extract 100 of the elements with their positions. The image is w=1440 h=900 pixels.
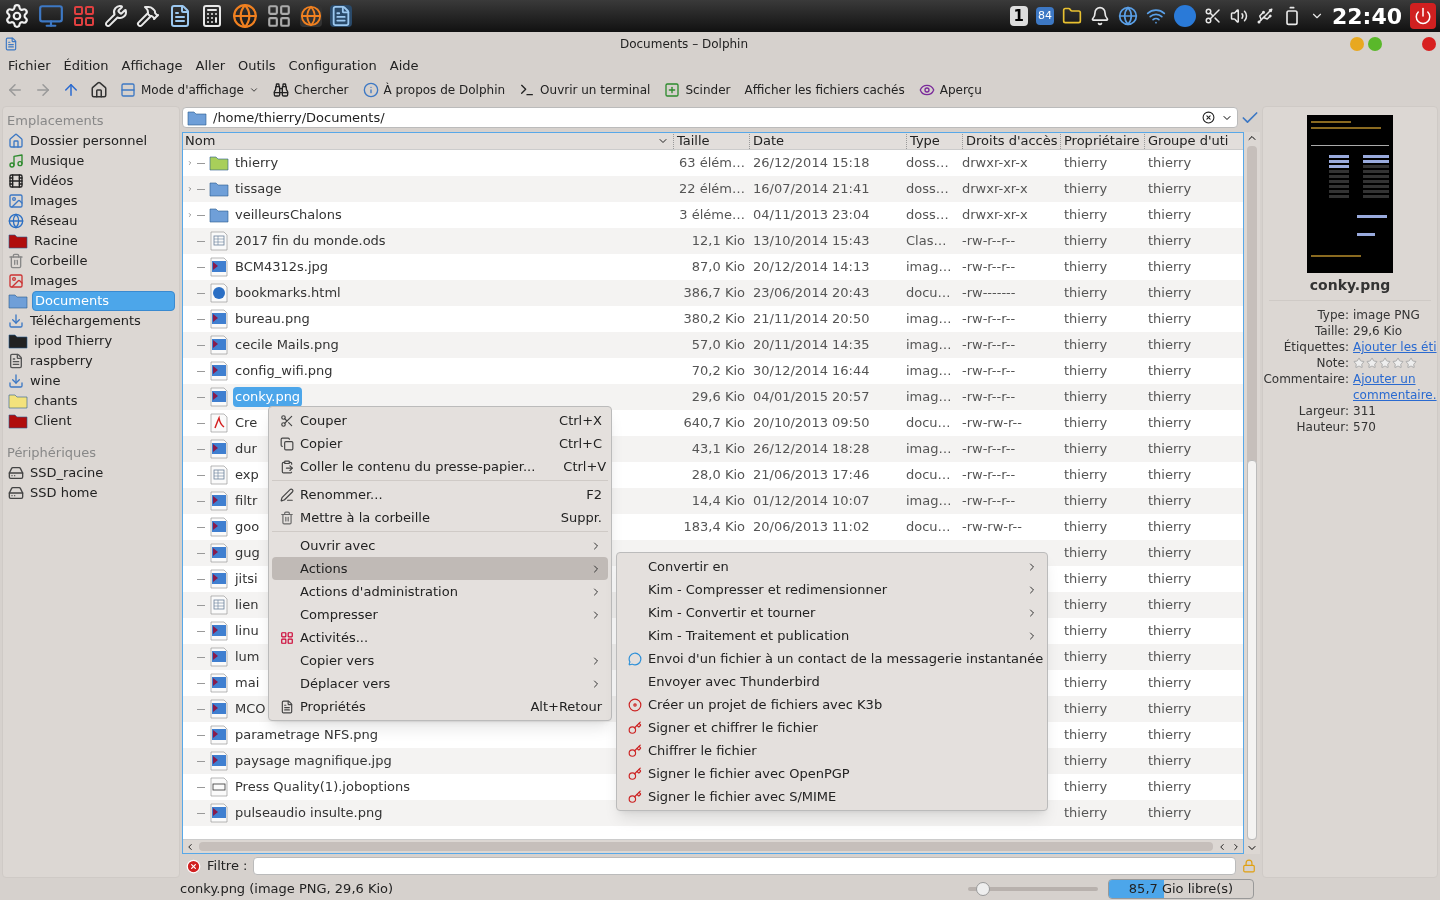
scroll-left-icon[interactable] <box>1217 841 1227 852</box>
file-name[interactable]: 2017 fin du monde.ods <box>233 231 388 251</box>
close-button[interactable] <box>1422 37 1436 51</box>
star-icon[interactable] <box>1353 357 1365 369</box>
location-field[interactable]: /home/thierry/Documents/ <box>182 107 1238 128</box>
file-name[interactable]: Cre <box>233 413 260 433</box>
hammer-icon[interactable] <box>136 4 160 28</box>
menu-item[interactable]: Signer et chiffrer le fichier <box>620 716 1044 739</box>
sidebar-item[interactable]: ipod Thierry <box>32 332 175 350</box>
sidebar-item[interactable]: Musique <box>28 152 175 170</box>
menu-item[interactable]: Signer le fichier avec OpenPGP <box>620 762 1044 785</box>
file-name[interactable]: dur <box>233 439 259 459</box>
scroll-left-icon[interactable] <box>185 841 195 852</box>
menu-item[interactable]: Outils <box>238 56 276 76</box>
workspace-indicator[interactable]: 1 <box>1009 6 1028 26</box>
file-name[interactable]: tissage <box>233 179 284 199</box>
toolbar-button[interactable]: À propos de Dolphin <box>360 81 508 99</box>
clear-icon[interactable] <box>1202 111 1215 124</box>
scissors-icon[interactable] <box>1203 7 1222 25</box>
globe-icon[interactable] <box>232 3 258 29</box>
slider-thumb[interactable] <box>976 882 991 896</box>
menu-item[interactable]: Déplacer vers <box>272 672 608 695</box>
toolbar-button[interactable]: Aperçu <box>916 81 984 99</box>
menu-item[interactable]: Couper Ctrl+X <box>272 409 608 432</box>
gear-icon[interactable] <box>4 3 30 29</box>
menu-item[interactable]: Configuration <box>288 56 377 76</box>
menu-item[interactable]: Copier vers <box>272 649 608 672</box>
folder-icon[interactable] <box>1061 6 1082 26</box>
sidebar-item[interactable]: Dossier personnel <box>28 132 175 150</box>
file-name[interactable]: veilleursChalons <box>233 205 344 225</box>
file-name[interactable]: gug <box>233 543 262 563</box>
menu-item[interactable]: Ouvrir avec <box>272 534 608 557</box>
file-name[interactable]: lum <box>233 647 262 667</box>
menu-item[interactable]: Propriétés Alt+Retour <box>272 695 608 718</box>
star-icon[interactable] <box>1405 357 1417 369</box>
sidebar-item[interactable]: Vidéos <box>28 172 175 190</box>
file-name[interactable]: pulseaudio insulte.png <box>233 803 385 823</box>
globe-icon[interactable] <box>1117 6 1138 26</box>
menu-item[interactable]: Affichage <box>121 56 183 76</box>
file-name[interactable]: lien <box>233 595 261 615</box>
calendar-badge[interactable]: 84 <box>1035 7 1054 25</box>
menu-item[interactable]: Envoi d'un fichier à un contact de la messagerie instantanée <box>620 647 1044 670</box>
toolbar-button[interactable]: Scinder <box>662 81 733 99</box>
document-icon[interactable] <box>168 4 192 28</box>
file-name[interactable]: paysage magnifique.jpg <box>233 751 394 771</box>
menu-item[interactable]: Actions d'administration <box>272 580 608 603</box>
menu-item[interactable]: Compresser <box>272 603 608 626</box>
sidebar-item[interactable]: Racine <box>32 232 175 250</box>
menu-item[interactable]: Copier Ctrl+C <box>272 432 608 455</box>
toolbar-button[interactable]: Afficher les fichiers cachés <box>742 81 907 99</box>
column-header[interactable]: Nom <box>183 133 673 151</box>
file-name[interactable]: MCO <box>233 699 268 719</box>
sidebar-item[interactable]: Téléchargements <box>28 312 175 330</box>
monitor-icon[interactable] <box>38 3 64 29</box>
menu-item[interactable]: Aide <box>389 56 419 76</box>
sidebar-item[interactable]: Images <box>28 272 175 290</box>
file-name[interactable]: parametrage NFS.png <box>233 725 381 745</box>
volume-icon[interactable] <box>1229 7 1248 25</box>
menu-item[interactable]: Activités... <box>272 626 608 649</box>
horizontal-scrollbar[interactable] <box>183 839 1243 853</box>
zoom-slider[interactable] <box>968 882 1098 896</box>
file-name[interactable]: bookmarks.html <box>233 283 343 303</box>
menu-item[interactable]: Kim - Compresser et redimensionner <box>620 578 1044 601</box>
toolbar-button[interactable]: Mode d'affichage <box>118 81 261 99</box>
file-name[interactable]: config_wifi.png <box>233 361 335 381</box>
sidebar-item[interactable]: SSD_racine <box>28 464 175 482</box>
file-name[interactable]: mai <box>233 673 262 693</box>
up-icon[interactable] <box>62 81 80 99</box>
sidebar-item[interactable]: wine <box>28 372 175 390</box>
document-icon[interactable] <box>330 5 352 27</box>
toolbar-button[interactable]: Chercher <box>270 81 351 99</box>
menu-item[interactable]: Kim - Convertir et tourner <box>620 601 1044 624</box>
menu-item[interactable]: Édition <box>63 56 109 76</box>
file-name[interactable]: linu <box>233 621 261 641</box>
clock[interactable]: 22:40 <box>1331 0 1402 33</box>
menu-item[interactable]: Renommer... F2 <box>272 483 608 506</box>
filter-field[interactable] <box>253 857 1236 875</box>
menu-item[interactable]: Aller <box>195 56 226 76</box>
sidebar-item[interactable]: Réseau <box>28 212 175 230</box>
menu-item[interactable]: Signer le fichier avec S/MIME <box>620 785 1044 808</box>
sidebar-item[interactable]: chants <box>32 392 175 410</box>
wrench-icon[interactable] <box>104 4 128 28</box>
star-icon[interactable] <box>1392 357 1404 369</box>
file-name[interactable]: thierry <box>233 153 281 173</box>
scroll-right-icon[interactable] <box>1231 841 1241 852</box>
usb-icon[interactable] <box>1255 7 1274 25</box>
calculator-icon[interactable] <box>200 4 224 28</box>
star-icon[interactable] <box>1366 357 1378 369</box>
menu-item[interactable]: Actions <box>272 557 608 580</box>
menu-item[interactable]: Convertir en <box>620 555 1044 578</box>
add-link[interactable]: Ajouter un commentaire. <box>1353 371 1439 403</box>
sidebar-item[interactable]: Images <box>28 192 175 210</box>
close-filter-icon[interactable] <box>186 858 201 874</box>
wifi-icon[interactable] <box>1145 6 1166 26</box>
menu-item[interactable]: Créer un projet de fichiers avec K3b <box>620 693 1044 716</box>
menu-item[interactable]: Fichier <box>8 56 51 76</box>
add-link[interactable]: Ajouter les éti <box>1353 339 1439 355</box>
file-name[interactable]: bureau.png <box>233 309 312 329</box>
power-button[interactable] <box>1410 3 1436 29</box>
file-name[interactable]: goo <box>233 517 262 537</box>
